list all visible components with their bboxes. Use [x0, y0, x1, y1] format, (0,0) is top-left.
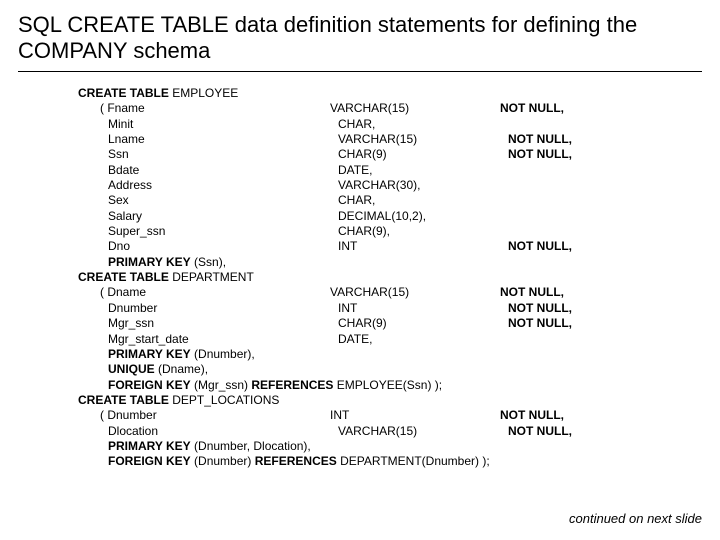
col-type: DATE, — [338, 332, 508, 347]
col-row: ( DnameVARCHAR(15)NOT NULL, — [78, 285, 702, 300]
table-name: EMPLOYEE — [172, 86, 238, 101]
col-row: AddressVARCHAR(30), — [78, 178, 702, 193]
kw-create-table: CREATE TABLE — [78, 270, 169, 285]
col-constraint: NOT NULL, — [500, 285, 620, 300]
col-type: INT — [338, 239, 508, 254]
col-row: ( DnumberINTNOT NULL, — [78, 408, 702, 423]
col-type: VARCHAR(15) — [338, 424, 508, 439]
kw-references: REFERENCES — [255, 454, 337, 468]
col-name: Dlocation — [78, 424, 338, 439]
foreign-key-row: FOREIGN KEY (Mgr_ssn) REFERENCES EMPLOYE… — [78, 378, 702, 393]
col-name: Address — [78, 178, 338, 193]
col-type: CHAR, — [338, 193, 508, 208]
col-name: Fname — [107, 101, 144, 115]
col-row: SexCHAR, — [78, 193, 702, 208]
col-name: Ssn — [78, 147, 338, 162]
col-row: Mgr_start_dateDATE, — [78, 332, 702, 347]
kw-create-table: CREATE TABLE — [78, 86, 169, 101]
col-row: DnumberINTNOT NULL, — [78, 301, 702, 316]
kw-foreign-key: FOREIGN KEY — [108, 378, 191, 392]
create-table-department: CREATE TABLE DEPARTMENT — [78, 270, 702, 285]
fk-cols: (Mgr_ssn) — [194, 378, 248, 392]
uq-cols: (Dname), — [158, 362, 208, 376]
col-name: Dnumber — [78, 301, 338, 316]
kw-primary-key: PRIMARY KEY — [108, 439, 191, 453]
col-name: Dnumber — [107, 408, 156, 422]
kw-primary-key: PRIMARY KEY — [108, 255, 191, 269]
col-name: Dname — [107, 285, 146, 299]
col-name: Sex — [78, 193, 338, 208]
col-row: Mgr_ssnCHAR(9)NOT NULL, — [78, 316, 702, 331]
col-type: VARCHAR(15) — [330, 285, 500, 300]
col-constraint: NOT NULL, — [500, 408, 620, 423]
col-row: LnameVARCHAR(15)NOT NULL, — [78, 132, 702, 147]
footer-note: continued on next slide — [569, 511, 702, 526]
col-constraint: NOT NULL, — [508, 316, 628, 331]
col-name: Mgr_ssn — [78, 316, 338, 331]
col-type: VARCHAR(15) — [338, 132, 508, 147]
kw-primary-key: PRIMARY KEY — [108, 347, 191, 361]
col-type: CHAR, — [338, 117, 508, 132]
col-name: Mgr_start_date — [78, 332, 338, 347]
primary-key-row: PRIMARY KEY (Ssn), — [78, 255, 702, 270]
slide: SQL CREATE TABLE data definition stateme… — [0, 0, 720, 540]
col-row: SsnCHAR(9)NOT NULL, — [78, 147, 702, 162]
kw-unique: UNIQUE — [108, 362, 155, 376]
col-type: INT — [330, 408, 500, 423]
col-name: Minit — [78, 117, 338, 132]
col-type: INT — [338, 301, 508, 316]
col-row: SalaryDECIMAL(10,2), — [78, 209, 702, 224]
kw-references: REFERENCES — [251, 378, 333, 392]
col-row: BdateDATE, — [78, 163, 702, 178]
col-row: ( Fname VARCHAR(15) NOT NULL, — [78, 101, 702, 116]
pk-cols: (Ssn), — [194, 255, 226, 269]
primary-key-row: PRIMARY KEY (Dnumber, Dlocation), — [78, 439, 702, 454]
col-type: DATE, — [338, 163, 508, 178]
unique-row: UNIQUE (Dname), — [78, 362, 702, 377]
col-name: Bdate — [78, 163, 338, 178]
pk-cols: (Dnumber, Dlocation), — [194, 439, 311, 453]
col-type: VARCHAR(30), — [338, 178, 508, 193]
col-type: CHAR(9) — [338, 147, 508, 162]
col-type: CHAR(9) — [338, 316, 508, 331]
col-constraint: NOT NULL, — [500, 101, 620, 116]
ref-target: EMPLOYEE(Ssn) ); — [337, 378, 442, 392]
table-name: DEPT_LOCATIONS — [172, 393, 279, 408]
col-constraint: NOT NULL, — [508, 132, 628, 147]
col-constraint: NOT NULL, — [508, 424, 628, 439]
pk-cols: (Dnumber), — [194, 347, 255, 361]
table-name: DEPARTMENT — [172, 270, 254, 285]
foreign-key-row: FOREIGN KEY (Dnumber) REFERENCES DEPARTM… — [78, 454, 702, 469]
col-name: Super_ssn — [78, 224, 338, 239]
col-row: MinitCHAR, — [78, 117, 702, 132]
col-type: VARCHAR(15) — [330, 101, 500, 116]
col-type: CHAR(9), — [338, 224, 508, 239]
col-name: Dno — [78, 239, 338, 254]
col-name: Salary — [78, 209, 338, 224]
primary-key-row: PRIMARY KEY (Dnumber), — [78, 347, 702, 362]
slide-title: SQL CREATE TABLE data definition stateme… — [18, 12, 702, 65]
col-constraint — [508, 117, 628, 132]
ref-target: DEPARTMENT(Dnumber) ); — [340, 454, 490, 468]
create-table-dept-locations: CREATE TABLE DEPT_LOCATIONS — [78, 393, 702, 408]
col-constraint: NOT NULL, — [508, 147, 628, 162]
sql-code-block: CREATE TABLE EMPLOYEE ( Fname VARCHAR(15… — [78, 86, 702, 470]
kw-create-table: CREATE TABLE — [78, 393, 169, 408]
create-table-employee: CREATE TABLE EMPLOYEE — [78, 86, 702, 101]
col-type: DECIMAL(10,2), — [338, 209, 508, 224]
col-constraint: NOT NULL, — [508, 301, 628, 316]
fk-cols: (Dnumber) — [194, 454, 251, 468]
col-constraint: NOT NULL, — [508, 239, 628, 254]
kw-foreign-key: FOREIGN KEY — [108, 454, 191, 468]
col-name: Lname — [78, 132, 338, 147]
col-row: DlocationVARCHAR(15)NOT NULL, — [78, 424, 702, 439]
col-row: DnoINTNOT NULL, — [78, 239, 702, 254]
title-rule — [18, 71, 702, 72]
col-row: Super_ssnCHAR(9), — [78, 224, 702, 239]
